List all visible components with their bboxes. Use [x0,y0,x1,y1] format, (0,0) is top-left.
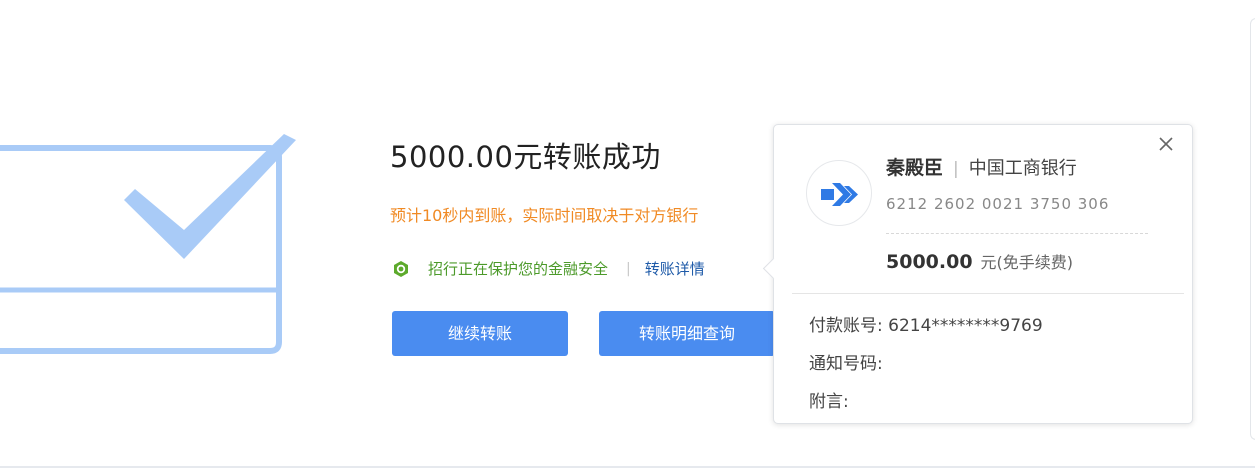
security-notice: 招行正在保护您的金融安全 | 转账详情 [392,258,705,279]
recipient-card-number: 6212 2602 0021 3750 306 [886,195,1110,213]
recipient-bank: 中国工商银行 [968,158,1077,179]
divider [886,233,1148,234]
check-box-icon [0,134,296,354]
transfer-history-button[interactable]: 转账明细查询 [599,311,775,356]
security-text: 招行正在保护您的金融安全 [428,260,609,278]
transfer-result-panel: 5000.00元转账成功 预计10秒内到账，实际时间取决于对方银行 招行正在保护… [390,134,780,364]
separator: | [626,260,631,277]
shield-icon [394,260,408,277]
amount-value: 5000.00 [886,251,973,273]
divider [792,293,1184,294]
arrival-estimate-text: 预计10秒内到账，实际时间取决于对方银行 [390,206,699,225]
transfer-details-popover: 秦殿臣 | 中国工商银行 6212 2602 0021 3750 306 500… [762,124,1193,424]
separator: | [953,159,959,179]
bottom-divider [0,466,1255,468]
arrow-right-icon [821,183,858,206]
memo: 附言: [809,392,849,412]
recipient-avatar [806,160,872,226]
close-icon[interactable] [1158,136,1174,152]
payer-account: 付款账号: 6214********9769 [809,316,1043,336]
amount-unit: 元(免手续费) [980,253,1074,272]
recipient-info: 秦殿臣 | 中国工商银行 [886,153,1077,180]
transfer-amount: 5000.00 元(免手续费) [886,249,1073,273]
transfer-details-link[interactable]: 转账详情 [645,258,705,279]
recipient-name: 秦殿臣 [886,157,944,179]
continue-transfer-button[interactable]: 继续转账 [392,311,568,356]
result-title: 5000.00元转账成功 [390,140,661,174]
notify-number: 通知号码: [809,354,883,374]
right-side-panel-edge [1250,18,1255,440]
